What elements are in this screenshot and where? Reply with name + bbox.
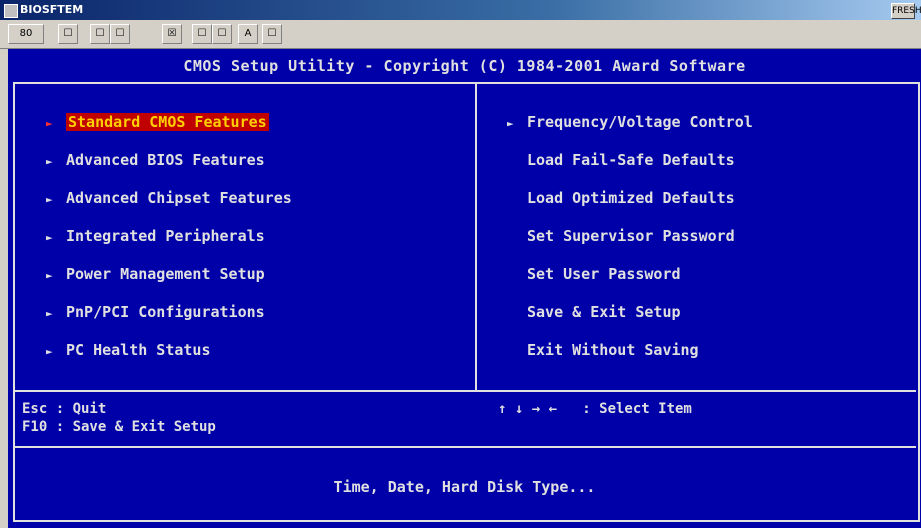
menu-item-exit-without-saving[interactable]: Exit Without Saving: [527, 341, 699, 359]
toolbar-button-6[interactable]: ☐: [192, 24, 212, 44]
bios-window: BIOSFTEM FRESH 80 ☐ ☐ ☐ ☒ ☐ ☐ A ☐ CMOS S…: [0, 0, 921, 528]
toolbar-button-5[interactable]: ☒: [162, 24, 182, 44]
bios-screen: CMOS Setup Utility - Copyright (C) 1984-…: [8, 49, 921, 528]
menu-item-integrated-peripherals[interactable]: ► Integrated Peripherals: [46, 227, 265, 245]
app-icon: [4, 4, 18, 18]
title-bar: BIOSFTEM FRESH: [0, 0, 921, 20]
menu-item-set-user-password[interactable]: Set User Password: [527, 265, 681, 283]
help-divider: [15, 390, 916, 392]
submenu-arrow-icon: ►: [507, 117, 514, 130]
toolbar-button-4[interactable]: ☐: [110, 24, 130, 44]
toolbar-button-3[interactable]: ☐: [90, 24, 110, 44]
menu-item-frequency-voltage-control[interactable]: ► Frequency/Voltage Control: [507, 113, 753, 131]
toolbar-button-9[interactable]: ☐: [262, 24, 282, 44]
submenu-arrow-icon: ►: [46, 155, 53, 168]
help-esc-quit: Esc : Quit: [22, 401, 107, 417]
item-description: Time, Date, Hard Disk Type...: [333, 478, 596, 496]
menu-item-load-fail-safe-defaults[interactable]: Load Fail-Safe Defaults: [527, 151, 735, 169]
menu-item-pnp-pci-configurations[interactable]: ► PnP/PCI Configurations: [46, 303, 265, 321]
bios-header: CMOS Setup Utility - Copyright (C) 1984-…: [183, 57, 746, 75]
toolbar-button-1[interactable]: 80: [8, 24, 44, 44]
menu-item-standard-cmos-features[interactable]: ► Standard CMOS Features: [46, 113, 269, 131]
window-title: BIOSFTEM: [20, 3, 84, 16]
menu-item-load-optimized-defaults[interactable]: Load Optimized Defaults: [527, 189, 735, 207]
menu-item-advanced-bios-features[interactable]: ► Advanced BIOS Features: [46, 151, 265, 169]
submenu-arrow-icon: ►: [46, 231, 53, 244]
help-select-item: ↑ ↓ → ← : Select Item: [498, 401, 692, 417]
submenu-arrow-icon: ►: [46, 117, 53, 130]
menu-item-power-management-setup[interactable]: ► Power Management Setup: [46, 265, 265, 283]
submenu-arrow-icon: ►: [46, 345, 53, 358]
window-control-button[interactable]: FRESH: [891, 3, 921, 19]
menu-item-set-supervisor-password[interactable]: Set Supervisor Password: [527, 227, 735, 245]
menu-item-save-exit-setup[interactable]: Save & Exit Setup: [527, 303, 681, 321]
main-frame: [13, 82, 920, 522]
menu-divider: [475, 84, 477, 390]
submenu-arrow-icon: ►: [46, 307, 53, 320]
toolbar-button-2[interactable]: ☐: [58, 24, 78, 44]
toolbar-button-7[interactable]: ☐: [212, 24, 232, 44]
menu-item-pc-health-status[interactable]: ► PC Health Status: [46, 341, 211, 359]
submenu-arrow-icon: ►: [46, 193, 53, 206]
desc-divider: [15, 446, 916, 448]
toolbar-button-font[interactable]: A: [238, 24, 258, 44]
help-f10-save-exit: F10 : Save & Exit Setup: [22, 419, 216, 435]
menu-item-advanced-chipset-features[interactable]: ► Advanced Chipset Features: [46, 189, 292, 207]
submenu-arrow-icon: ►: [46, 269, 53, 282]
toolbar: 80 ☐ ☐ ☐ ☒ ☐ ☐ A ☐: [0, 20, 921, 49]
